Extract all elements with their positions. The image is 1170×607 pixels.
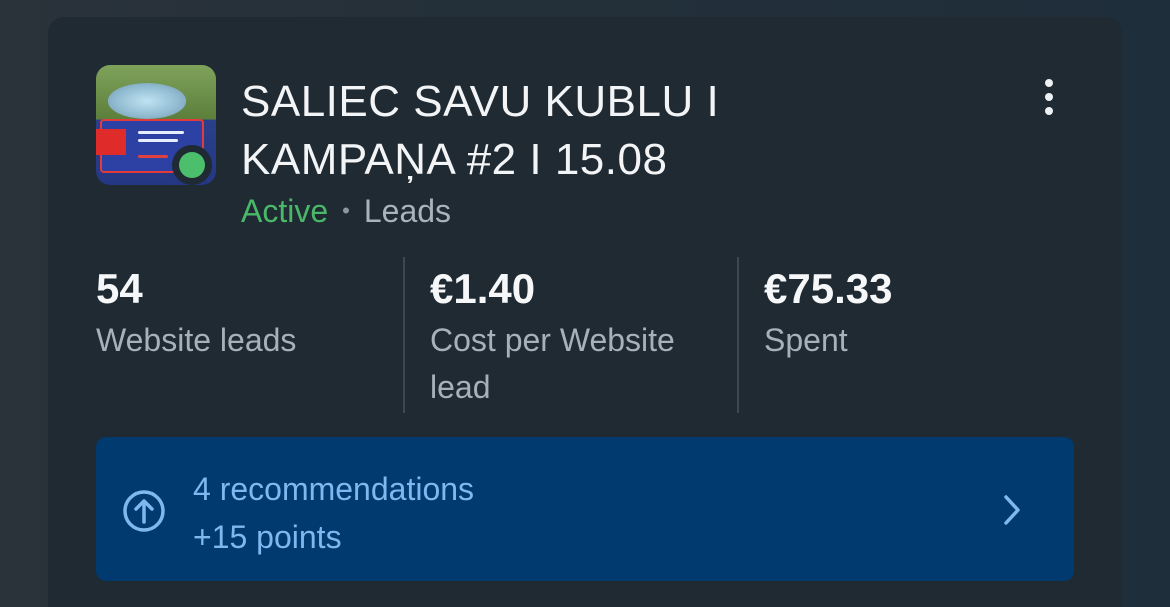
arrow-up-circle-icon: [123, 490, 165, 532]
metric-website-leads: 54 Website leads: [96, 257, 396, 413]
status-label: Active: [241, 193, 329, 229]
recommendations-points: +15 points: [193, 519, 342, 555]
kebab-menu-icon[interactable]: [1034, 75, 1064, 119]
metric-value: €75.33: [764, 265, 893, 312]
hot-tub-image: [108, 83, 186, 119]
metric-cost-per-lead: €1.40 Cost per Website lead: [430, 257, 730, 413]
campaign-status-row: Active • Leads: [241, 191, 451, 231]
status-dot-icon: [172, 145, 212, 185]
metric-label: Website leads: [96, 322, 297, 358]
campaign-title[interactable]: SALIEC SAVU KUBLU I KAMPAŅA #2 I 15.08: [241, 73, 801, 189]
chevron-right-icon[interactable]: [1000, 493, 1024, 527]
recommendations-count: 4 recommendations: [193, 471, 475, 507]
campaign-title-line2: KAMPAŅA #2 I 15.08: [241, 135, 668, 184]
metric-label: Cost per Website lead: [430, 322, 675, 405]
metric-divider: [737, 257, 739, 413]
recommendations-banner[interactable]: 4 recommendations +15 points: [96, 437, 1074, 581]
recommendations-text: 4 recommendations +15 points: [193, 465, 474, 561]
status-separator: •: [342, 198, 350, 223]
price-tag-graphic: [96, 129, 126, 155]
metric-value: €1.40: [430, 265, 536, 312]
ad-thumbnail[interactable]: [96, 65, 216, 185]
campaign-title-line1: SALIEC SAVU KUBLU I: [241, 77, 720, 126]
metric-divider: [403, 257, 405, 413]
metrics-row: 54 Website leads €1.40 Cost per Website …: [48, 257, 1122, 417]
objective-label: Leads: [363, 193, 452, 229]
metric-spent: €75.33 Spent: [764, 257, 1064, 413]
metric-label: Spent: [764, 322, 848, 358]
metric-value: 54: [96, 265, 143, 312]
campaign-card[interactable]: SALIEC SAVU KUBLU I KAMPAŅA #2 I 15.08 A…: [48, 17, 1122, 607]
